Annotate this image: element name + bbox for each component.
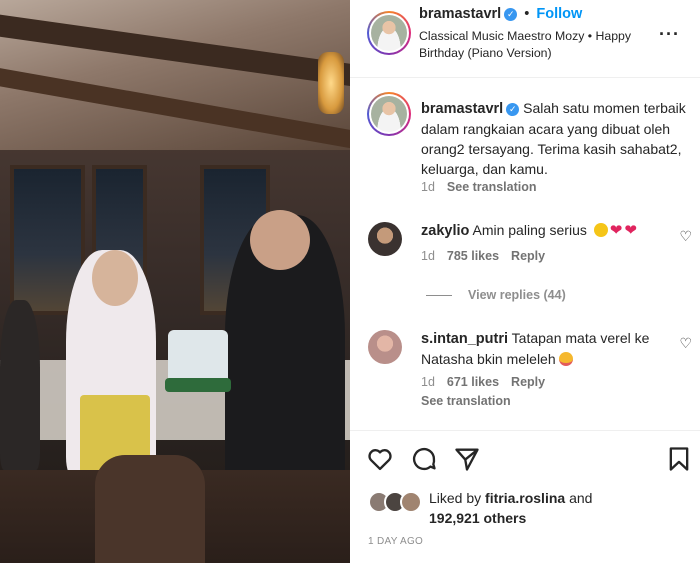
liked-by-user[interactable]: fitria.roslina bbox=[485, 490, 565, 506]
comment-age: 1d bbox=[421, 375, 435, 389]
comment-icon[interactable] bbox=[410, 445, 438, 473]
like-heart-icon[interactable] bbox=[366, 445, 394, 473]
media-cake-base bbox=[165, 378, 231, 392]
commenter-username[interactable]: zakylio bbox=[421, 223, 469, 239]
liked-by-and: and bbox=[569, 490, 593, 506]
see-translation-link[interactable]: See translation bbox=[447, 180, 537, 194]
post-timestamp[interactable]: 1 DAY AGO bbox=[368, 536, 423, 547]
save-bookmark-icon[interactable] bbox=[665, 445, 693, 473]
commenter-avatar[interactable] bbox=[368, 330, 402, 364]
comment-meta: 1d 671 likes Reply bbox=[421, 375, 545, 389]
liked-by-prefix: Liked by bbox=[429, 490, 482, 506]
comment-text-block: s.intan_putri Tatapan mata verel ke Nata… bbox=[421, 328, 661, 369]
caption-age: 1d bbox=[421, 180, 435, 194]
view-replies-button[interactable]: View replies (44) bbox=[426, 288, 566, 302]
more-options-icon[interactable]: ··· bbox=[659, 24, 680, 45]
liked-by-line: Liked by fitria.roslina and bbox=[429, 490, 592, 506]
audio-track-link[interactable]: Classical Music Maestro Mozy • Happy Bir… bbox=[419, 28, 659, 62]
red-heart-emoji-icon: ❤ bbox=[609, 222, 623, 239]
post-action-bar bbox=[350, 430, 700, 486]
follow-button[interactable]: Follow bbox=[536, 6, 582, 22]
media-chair bbox=[95, 455, 205, 563]
verified-badge-icon: ✓ bbox=[506, 102, 520, 116]
comment-reply-button[interactable]: Reply bbox=[511, 249, 545, 263]
liker-avatar bbox=[400, 491, 422, 513]
melting-face-emoji-icon bbox=[558, 352, 573, 366]
post-media[interactable] bbox=[0, 0, 350, 563]
likes-others-count[interactable]: 192,921 others bbox=[429, 510, 526, 526]
comment-likes-count[interactable]: 671 likes bbox=[447, 375, 499, 389]
comment-likes-count[interactable]: 785 likes bbox=[447, 249, 499, 263]
post-header: bramastavrl ✓ • Follow Classical Music Ma… bbox=[350, 0, 700, 78]
comment-text-block: zakylio Amin paling serius ❤ ❤ bbox=[421, 220, 661, 241]
separator-dot: • bbox=[524, 6, 530, 22]
share-send-icon[interactable] bbox=[453, 445, 481, 473]
comment-like-heart-icon[interactable]: ♡ bbox=[679, 228, 692, 245]
comment-reply-button[interactable]: Reply bbox=[511, 375, 545, 389]
media-lamp bbox=[318, 52, 344, 114]
smile-emoji-icon bbox=[593, 223, 608, 237]
see-translation-link[interactable]: See translation bbox=[421, 394, 511, 408]
commenter-avatar[interactable] bbox=[368, 222, 402, 256]
replies-dash bbox=[426, 295, 452, 297]
caption-text-block: bramastavrl ✓ Salah satu momen terbaik da… bbox=[421, 98, 686, 179]
comment-text: Amin paling serius bbox=[472, 222, 587, 238]
caption-author-avatar[interactable] bbox=[367, 92, 411, 136]
red-heart-emoji-icon: ❤ bbox=[624, 222, 637, 239]
comment-like-heart-icon[interactable]: ♡ bbox=[679, 335, 692, 352]
caption-meta: 1d See translation bbox=[421, 180, 537, 194]
header-author-line: bramastavrl ✓ • Follow bbox=[419, 6, 582, 22]
author-username[interactable]: bramastavrl bbox=[419, 6, 501, 22]
media-person-face bbox=[92, 250, 138, 306]
verified-badge-icon: ✓ bbox=[504, 7, 518, 21]
post-details-panel: bramastavrl ✓ • Follow Classical Music Ma… bbox=[350, 0, 700, 563]
caption-username[interactable]: bramastavrl bbox=[421, 101, 503, 117]
author-avatar[interactable] bbox=[367, 11, 411, 55]
view-replies-label: View replies (44) bbox=[468, 288, 566, 302]
commenter-username[interactable]: s.intan_putri bbox=[421, 331, 508, 347]
media-person-left bbox=[0, 300, 40, 470]
comment-meta: 1d 785 likes Reply bbox=[421, 249, 545, 263]
media-person-face bbox=[250, 210, 310, 270]
comment-age: 1d bbox=[421, 249, 435, 263]
